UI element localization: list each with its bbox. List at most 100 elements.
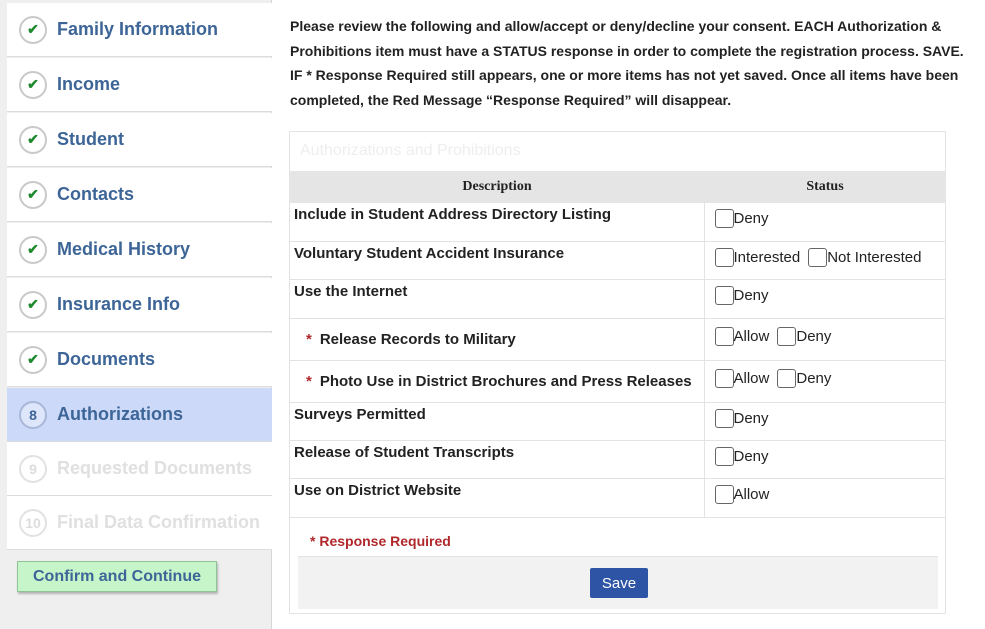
row-status: Allow Deny [703,360,946,403]
step-label: Requested Documents [57,458,253,478]
row-status: Deny [703,402,946,441]
step-label: Student [57,129,124,149]
step-sidebar: ✔ Family Information ✔ Income ✔ Student ✔ Conta… [0,0,272,629]
step-label: Documents [57,349,156,369]
option-label: Deny [796,369,832,387]
option-label: Deny [733,409,769,427]
table-row: Use on District Website Allow [290,478,946,518]
option-label: Interested [733,248,801,266]
table-row: Release of Student Transcripts Deny [290,440,946,479]
row-description: * Photo Use in District Brochures and Pre… [290,360,704,403]
authorizations-panel: Authorizations and Prohibitions Descript… [289,131,946,614]
authorizations-table: Description Status Include in Student Ad… [290,171,946,518]
interested-checkbox[interactable] [714,247,734,267]
description-column-header: Description [290,171,704,203]
step-label: Authorizations [57,404,183,424]
deny-option[interactable]: Deny [714,285,769,305]
row-description-text: Use the Internet [294,282,408,300]
deny-option[interactable]: Deny [714,446,769,466]
deny-checkbox[interactable] [714,209,734,228]
allow-option[interactable]: Allow [714,484,770,504]
save-button[interactable]: Save [590,568,648,598]
option-label: Allow [733,327,770,345]
table-row: Voluntary Student Accident Insurance Inte… [290,241,946,280]
row-description-text: Photo Use in District Brochures and Pres… [319,372,692,390]
table-row: Include in Student Address Directory Lis… [290,203,946,242]
row-status: Deny [703,203,946,242]
step-authorizations[interactable]: 8 Authorizations [7,388,272,442]
row-description: * Release Records to Military [290,318,704,361]
checkmark-icon: ✔ [19,235,47,264]
required-asterisk: * [306,372,312,390]
table-row: * Photo Use in District Brochures and Pre… [290,360,946,403]
step-contacts[interactable]: ✔ Contacts [7,168,272,222]
deny-option[interactable]: Deny [714,209,769,228]
checkmark-icon: ✔ [19,125,47,154]
allow-checkbox[interactable] [714,326,734,346]
checkmark-icon: ✔ [19,180,47,209]
option-label: Deny [796,327,832,345]
row-description: Use on District Website [290,478,704,518]
option-label: Deny [733,210,769,227]
step-label: Medical History [57,239,191,259]
deny-checkbox[interactable] [777,326,797,346]
response-required-note: * Response Required [310,533,451,549]
deny-checkbox[interactable] [714,446,734,466]
option-label: Not Interested [827,248,922,266]
step-label: Insurance Info [57,294,181,314]
allow-checkbox[interactable] [714,368,734,388]
step-label: Family Information [57,19,219,39]
allow-option[interactable]: Allow [714,368,770,388]
deny-checkbox[interactable] [714,408,734,428]
required-asterisk: * [306,330,312,348]
checkmark-icon: ✔ [19,15,47,44]
step-insurance-info[interactable]: ✔ Insurance Info [7,278,272,332]
not-interested-checkbox[interactable] [808,247,828,267]
step-number-badge: 10 [19,508,47,537]
step-label: Contacts [57,184,135,204]
status-column-header: Status [704,171,946,203]
save-bar: Save [298,556,938,609]
step-label: Final Data Confirmation [57,512,261,532]
option-label: Allow [733,369,770,387]
step-label: Income [57,74,121,94]
step-income[interactable]: ✔ Income [7,58,272,112]
row-description-text: Use on District Website [294,481,462,499]
interested-option[interactable]: Interested [714,247,801,267]
option-label: Allow [733,485,770,503]
step-requested-documents: 9 Requested Documents [7,442,272,496]
step-documents[interactable]: ✔ Documents [7,333,272,387]
step-family-information[interactable]: ✔ Family Information [7,3,272,57]
row-status: Deny [703,279,946,319]
row-status: Allow Deny [703,318,946,361]
row-description: Voluntary Student Accident Insurance [290,241,704,280]
checkmark-icon: ✔ [19,70,47,99]
step-student[interactable]: ✔ Student [7,113,272,167]
row-description: Use the Internet [290,279,704,319]
row-status: Deny [703,440,946,479]
table-row: Use the Internet Deny [290,279,946,319]
row-description-text: Include in Student Address Directory Lis… [294,206,611,223]
deny-checkbox[interactable] [714,285,734,305]
checkmark-icon: ✔ [19,290,47,319]
deny-option[interactable]: Deny [777,326,832,346]
allow-checkbox[interactable] [714,484,734,504]
step-medical-history[interactable]: ✔ Medical History [7,223,272,277]
option-label: Deny [733,447,769,465]
allow-option[interactable]: Allow [714,326,770,346]
panel-title: Authorizations and Prohibitions [300,142,521,159]
checkmark-icon: ✔ [19,345,47,374]
row-description: Surveys Permitted [290,402,704,441]
row-description: Include in Student Address Directory Lis… [290,203,704,242]
not-interested-option[interactable]: Not Interested [808,247,922,267]
deny-option[interactable]: Deny [714,408,769,428]
option-label: Deny [733,286,769,304]
row-description-text: Release of Student Transcripts [294,443,515,461]
deny-option[interactable]: Deny [777,368,832,388]
table-row: * Release Records to Military Allow Deny [290,318,946,361]
confirm-and-continue-button[interactable]: Confirm and Continue [17,561,217,592]
row-description-text: Voluntary Student Accident Insurance [294,244,565,262]
row-description-text: Release Records to Military [319,330,516,348]
deny-checkbox[interactable] [777,368,797,388]
row-status: Interested Not Interested [703,241,946,280]
